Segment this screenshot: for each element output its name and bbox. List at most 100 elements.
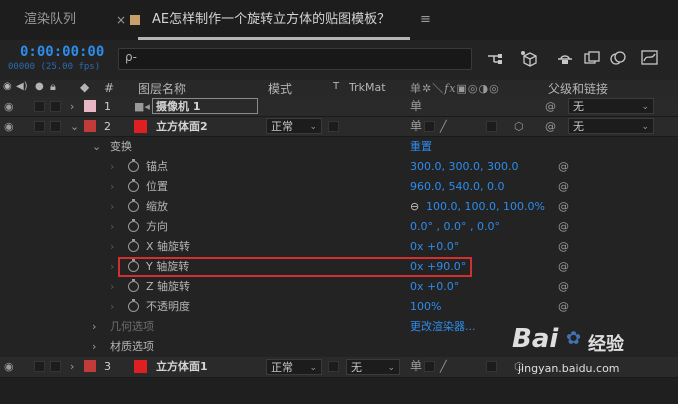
draft-3d-icon[interactable] xyxy=(520,50,538,67)
property-row[interactable]: › 不透明度 100% @ xyxy=(0,297,678,316)
expand-chevron-icon[interactable]: › xyxy=(70,97,74,116)
column-layer-name[interactable]: 图层名称 xyxy=(138,80,186,97)
visibility-eye-icon[interactable]: ◉ xyxy=(4,117,14,136)
property-value[interactable]: 0x +0.0° xyxy=(410,277,459,296)
pick-whip-icon[interactable]: @ xyxy=(558,217,569,236)
change-renderer-link[interactable]: 更改渲染器... xyxy=(410,317,476,336)
composition-flowchart-icon[interactable] xyxy=(486,52,504,66)
stopwatch-icon[interactable] xyxy=(128,299,139,312)
3d-layer-cube-icon[interactable]: ⬡ xyxy=(514,117,524,136)
stopwatch-icon[interactable] xyxy=(128,179,139,192)
preserve-transparency-box[interactable] xyxy=(328,361,339,372)
frame-rate-display: 00000 (25.00 fps) xyxy=(8,62,101,72)
pick-whip-icon[interactable]: @ xyxy=(558,197,569,216)
quality-slash-icon[interactable]: ╱ xyxy=(440,357,447,376)
solo-box[interactable] xyxy=(34,361,45,372)
stopwatch-icon[interactable] xyxy=(128,239,139,252)
stopwatch-icon[interactable] xyxy=(128,199,139,212)
collapse-chevron-icon[interactable]: ⌄ xyxy=(70,117,79,136)
layer-label-swatch[interactable] xyxy=(84,100,96,112)
stopwatch-icon[interactable] xyxy=(128,219,139,232)
highlight-box xyxy=(118,257,472,277)
collapse-switch-box[interactable] xyxy=(424,121,435,132)
stopwatch-icon[interactable] xyxy=(128,279,139,292)
chevron-down-icon: ⌄ xyxy=(387,363,395,373)
shy-switch-icon[interactable]: 单 xyxy=(410,357,422,376)
solid-color-box xyxy=(134,120,147,133)
quality-slash-icon[interactable]: ╱ xyxy=(440,117,447,136)
motion-blur-box[interactable] xyxy=(486,361,497,372)
layer-label-swatch[interactable] xyxy=(84,360,96,372)
motion-blur-icon[interactable] xyxy=(610,51,626,66)
pick-whip-icon[interactable]: @ xyxy=(558,257,569,276)
layer-row-cube-face-2[interactable]: ◉ ⌄ 2 立方体面2 正常 ⌄ 单 ╱ ⬡ @ 无 ⌄ xyxy=(0,117,678,137)
pick-whip-icon[interactable]: @ xyxy=(558,237,569,256)
expand-chevron-icon[interactable]: › xyxy=(92,337,96,356)
property-value[interactable]: 0x +0.0° xyxy=(410,237,459,256)
baidu-watermark: Bai ✿ 经验 jingyan.baidu.com xyxy=(508,324,658,384)
column-trkmat: TrkMat xyxy=(349,81,386,94)
pick-whip-icon[interactable]: @ xyxy=(558,277,569,296)
tab-comp[interactable]: AE怎样制作一个旋转立方体的贴图模板？ xyxy=(152,0,390,40)
property-row[interactable]: › 位置 960.0, 540.0, 0.0 @ xyxy=(0,177,678,196)
tab-render-queue[interactable]: 渲染队列 xyxy=(24,0,76,40)
stopwatch-icon[interactable] xyxy=(128,159,139,172)
motion-blur-box[interactable] xyxy=(486,121,497,132)
chevron-down-icon: ⌄ xyxy=(309,363,317,373)
property-row[interactable]: › 锚点 300.0, 300.0, 300.0 @ xyxy=(0,157,678,176)
property-row[interactable]: › Z 轴旋转 0x +0.0° @ xyxy=(0,277,678,296)
visibility-eye-icon[interactable]: ◉ xyxy=(4,357,14,376)
property-row[interactable]: › X 轴旋转 0x +0.0° @ xyxy=(0,237,678,256)
shy-switch-icon[interactable]: 单 xyxy=(410,97,422,116)
layer-row-camera[interactable]: ◉ › 1 ■◂ 摄像机 1 单 @ 无 ⌄ xyxy=(0,97,678,117)
layer-number: 2 xyxy=(104,120,111,133)
pick-whip-icon[interactable]: @ xyxy=(545,117,556,136)
lock-box[interactable] xyxy=(50,101,61,112)
collapse-chevron-icon[interactable]: ⌄ xyxy=(92,137,101,156)
collapse-switch-box[interactable] xyxy=(424,361,435,372)
blend-mode-dropdown[interactable]: 正常 ⌄ xyxy=(266,118,322,134)
current-time-display[interactable]: 0:00:00:00 xyxy=(20,44,104,60)
tab-close-icon[interactable]: × xyxy=(116,0,126,40)
column-num: # xyxy=(104,81,115,95)
column-t: T xyxy=(333,81,340,92)
pick-whip-icon[interactable]: @ xyxy=(545,97,556,116)
property-value[interactable]: 300.0, 300.0, 300.0 xyxy=(410,157,518,176)
property-name: X 轴旋转 xyxy=(146,240,191,253)
shy-switch-icon[interactable]: 单 xyxy=(410,117,422,136)
layer-column-header: ◉ ◀) ● 🔒︎ ◆ # 图层名称 模式 T TrkMat 单✲＼fx▣◎◑◎… xyxy=(0,80,678,98)
property-value[interactable]: 0.0° , 0.0° , 0.0° xyxy=(410,217,500,236)
layer-label-swatch[interactable] xyxy=(84,120,96,132)
expand-chevron-icon[interactable]: › xyxy=(70,357,74,376)
parent-dropdown[interactable]: 无 ⌄ xyxy=(568,118,654,134)
constrain-link-icon[interactable]: ⊖ xyxy=(410,197,419,216)
reset-link[interactable]: 重置 xyxy=(410,137,432,156)
expand-chevron-icon[interactable]: › xyxy=(92,317,96,336)
lock-box[interactable] xyxy=(50,121,61,132)
blend-mode-dropdown[interactable]: 正常 ⌄ xyxy=(266,359,322,375)
search-input[interactable]: ρ- xyxy=(118,48,472,70)
property-row[interactable]: › 方向 0.0° , 0.0° , 0.0° @ xyxy=(0,217,678,236)
pick-whip-icon[interactable]: @ xyxy=(558,297,569,316)
solid-color-box xyxy=(134,360,147,373)
preserve-transparency-box[interactable] xyxy=(328,121,339,132)
pick-whip-icon[interactable]: @ xyxy=(558,157,569,176)
shy-layers-icon[interactable] xyxy=(556,51,574,66)
lock-box[interactable] xyxy=(50,361,61,372)
property-value[interactable]: 100.0, 100.0, 100.0% xyxy=(426,197,545,216)
pick-whip-icon[interactable]: @ xyxy=(558,177,569,196)
panel-menu-icon[interactable]: ≡ xyxy=(420,0,431,40)
property-row[interactable]: › 缩放 ⊖ 100.0, 100.0, 100.0% @ xyxy=(0,197,678,216)
solo-box[interactable] xyxy=(34,121,45,132)
trkmat-dropdown[interactable]: 无 ⌄ xyxy=(346,359,400,375)
property-value[interactable]: 100% xyxy=(410,297,441,316)
property-bullet-icon: › xyxy=(110,240,115,253)
transform-group-row[interactable]: ⌄ 变换 重置 xyxy=(0,137,678,156)
parent-dropdown[interactable]: 无 ⌄ xyxy=(568,98,654,114)
frame-blending-icon[interactable] xyxy=(584,51,600,66)
property-value[interactable]: 960.0, 540.0, 0.0 xyxy=(410,177,504,196)
graph-editor-icon[interactable] xyxy=(641,50,659,66)
layer-name: 立方体面1 xyxy=(156,360,208,373)
visibility-eye-icon[interactable]: ◉ xyxy=(4,97,14,116)
solo-box[interactable] xyxy=(34,101,45,112)
